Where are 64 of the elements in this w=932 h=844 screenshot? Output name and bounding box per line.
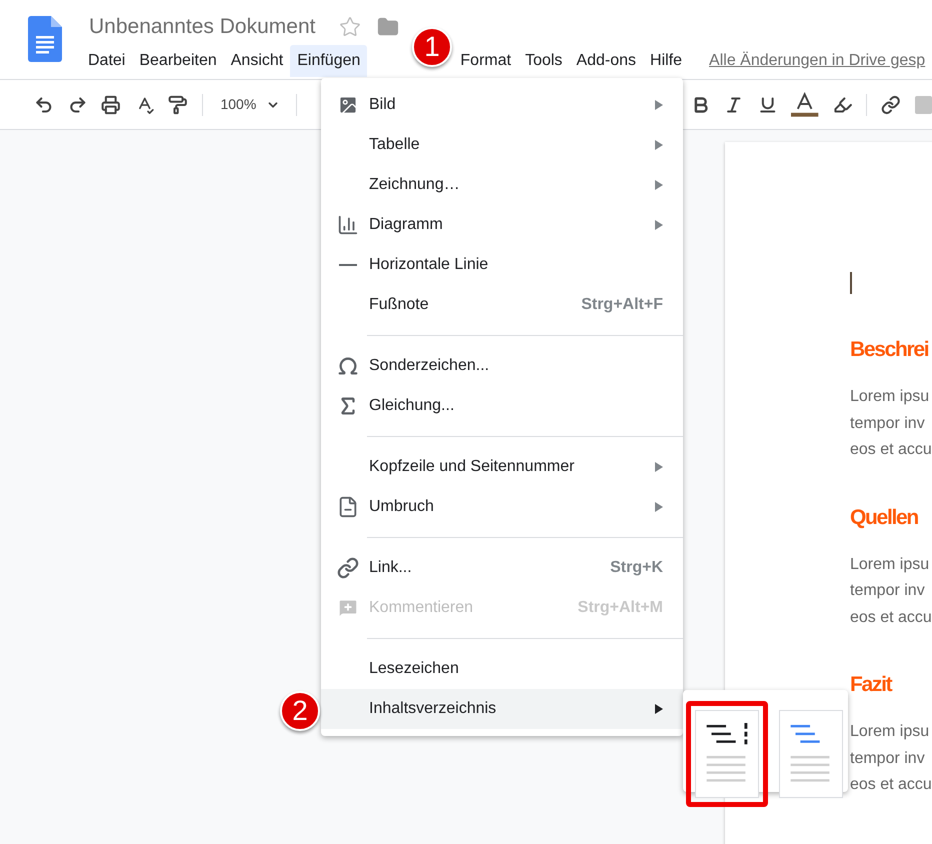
- paragraph-line: eos et accu: [850, 440, 932, 460]
- docs-logo-icon[interactable]: [28, 16, 62, 62]
- menu-item[interactable]: Tabelle: [321, 125, 683, 165]
- page-break-icon: [337, 496, 359, 518]
- menu-bar-item[interactable]: Einfügen: [290, 45, 368, 77]
- document-heading: Beschrei: [850, 337, 930, 363]
- menu-item[interactable]: Inhaltsverzeichnis: [321, 689, 683, 729]
- paragraph-line: tempor inv: [850, 581, 926, 601]
- paragraph-line: eos et accu: [850, 775, 932, 795]
- redo-icon[interactable]: [68, 94, 87, 114]
- link-icon: [337, 557, 359, 579]
- menu-bar-item[interactable]: Datei: [81, 45, 132, 77]
- menu-item[interactable]: Gleichung...: [321, 386, 683, 426]
- chart-icon: [337, 214, 359, 236]
- menu-item[interactable]: Lesezeichen: [321, 649, 683, 689]
- document-heading: Quellen: [850, 504, 919, 530]
- paragraph-line: Lorem ipsu: [850, 554, 930, 574]
- save-status-link[interactable]: Alle Änderungen in Drive gesp: [709, 49, 926, 73]
- highlighter-icon[interactable]: [832, 94, 852, 114]
- line-icon: [339, 264, 357, 266]
- paragraph-line: tempor inv: [850, 748, 926, 768]
- menu-item[interactable]: Diagramm: [321, 205, 683, 245]
- submenu-arrow-icon: [655, 704, 663, 714]
- print-icon[interactable]: [101, 94, 120, 114]
- undo-icon[interactable]: [34, 94, 54, 114]
- menu-item[interactable]: Umbruch: [321, 487, 683, 527]
- paragraph-line: tempor inv: [850, 414, 926, 434]
- submenu-arrow-icon: [655, 100, 663, 110]
- menu-bar-item[interactable]: Add-ons: [569, 45, 644, 77]
- menu-bar-item[interactable]: Format: [453, 45, 518, 77]
- paragraph-line: Lorem ipsu: [850, 387, 930, 407]
- underline-icon[interactable]: [758, 94, 778, 114]
- text-color-icon[interactable]: [791, 92, 819, 118]
- menu-item[interactable]: Fußnote Strg+Alt+F: [321, 285, 683, 325]
- star-icon[interactable]: [339, 16, 362, 38]
- paragraph-line: eos et accu: [850, 608, 932, 628]
- submenu-arrow-icon: [655, 220, 663, 230]
- shortcut-label: Strg+K: [610, 558, 663, 578]
- text-cursor: [850, 272, 852, 294]
- menu-item[interactable]: Horizontale Linie: [321, 245, 683, 285]
- omega-icon: [337, 355, 359, 377]
- submenu-arrow-icon: [655, 180, 663, 190]
- menu-bar-item[interactable]: Hilfe: [643, 45, 690, 77]
- document-title[interactable]: Unbenanntes Dokument: [89, 11, 316, 43]
- menu-bar-item[interactable]: Bearbeiten: [132, 45, 224, 77]
- paint-format-icon[interactable]: [168, 94, 188, 114]
- menu-item[interactable]: Bild: [321, 85, 683, 125]
- folder-icon[interactable]: [377, 16, 400, 38]
- step-number-badge: 2: [280, 691, 320, 731]
- paragraph-line: Lorem ipsu: [850, 722, 930, 742]
- menu-item[interactable]: Kopfzeile und Seitennummer: [321, 447, 683, 487]
- document-heading: Fazit: [850, 672, 893, 698]
- menu-bar-item[interactable]: Ansicht: [224, 45, 290, 77]
- menu-item[interactable]: Zeichnung…: [321, 165, 683, 205]
- toc-style-option[interactable]: [686, 701, 768, 807]
- submenu-arrow-icon: [655, 140, 663, 150]
- zoom-dropdown[interactable]: 100%: [220, 94, 280, 115]
- menu-bar-item[interactable]: Tools: [518, 45, 570, 77]
- menu-item[interactable]: Sonderzeichen...: [321, 346, 683, 386]
- link-icon[interactable]: [881, 94, 901, 114]
- menu-item[interactable]: Link... Strg+K: [321, 548, 683, 588]
- shortcut-label: Strg+Alt+F: [581, 295, 663, 315]
- submenu-arrow-icon: [655, 462, 663, 472]
- submenu-arrow-icon: [655, 502, 663, 512]
